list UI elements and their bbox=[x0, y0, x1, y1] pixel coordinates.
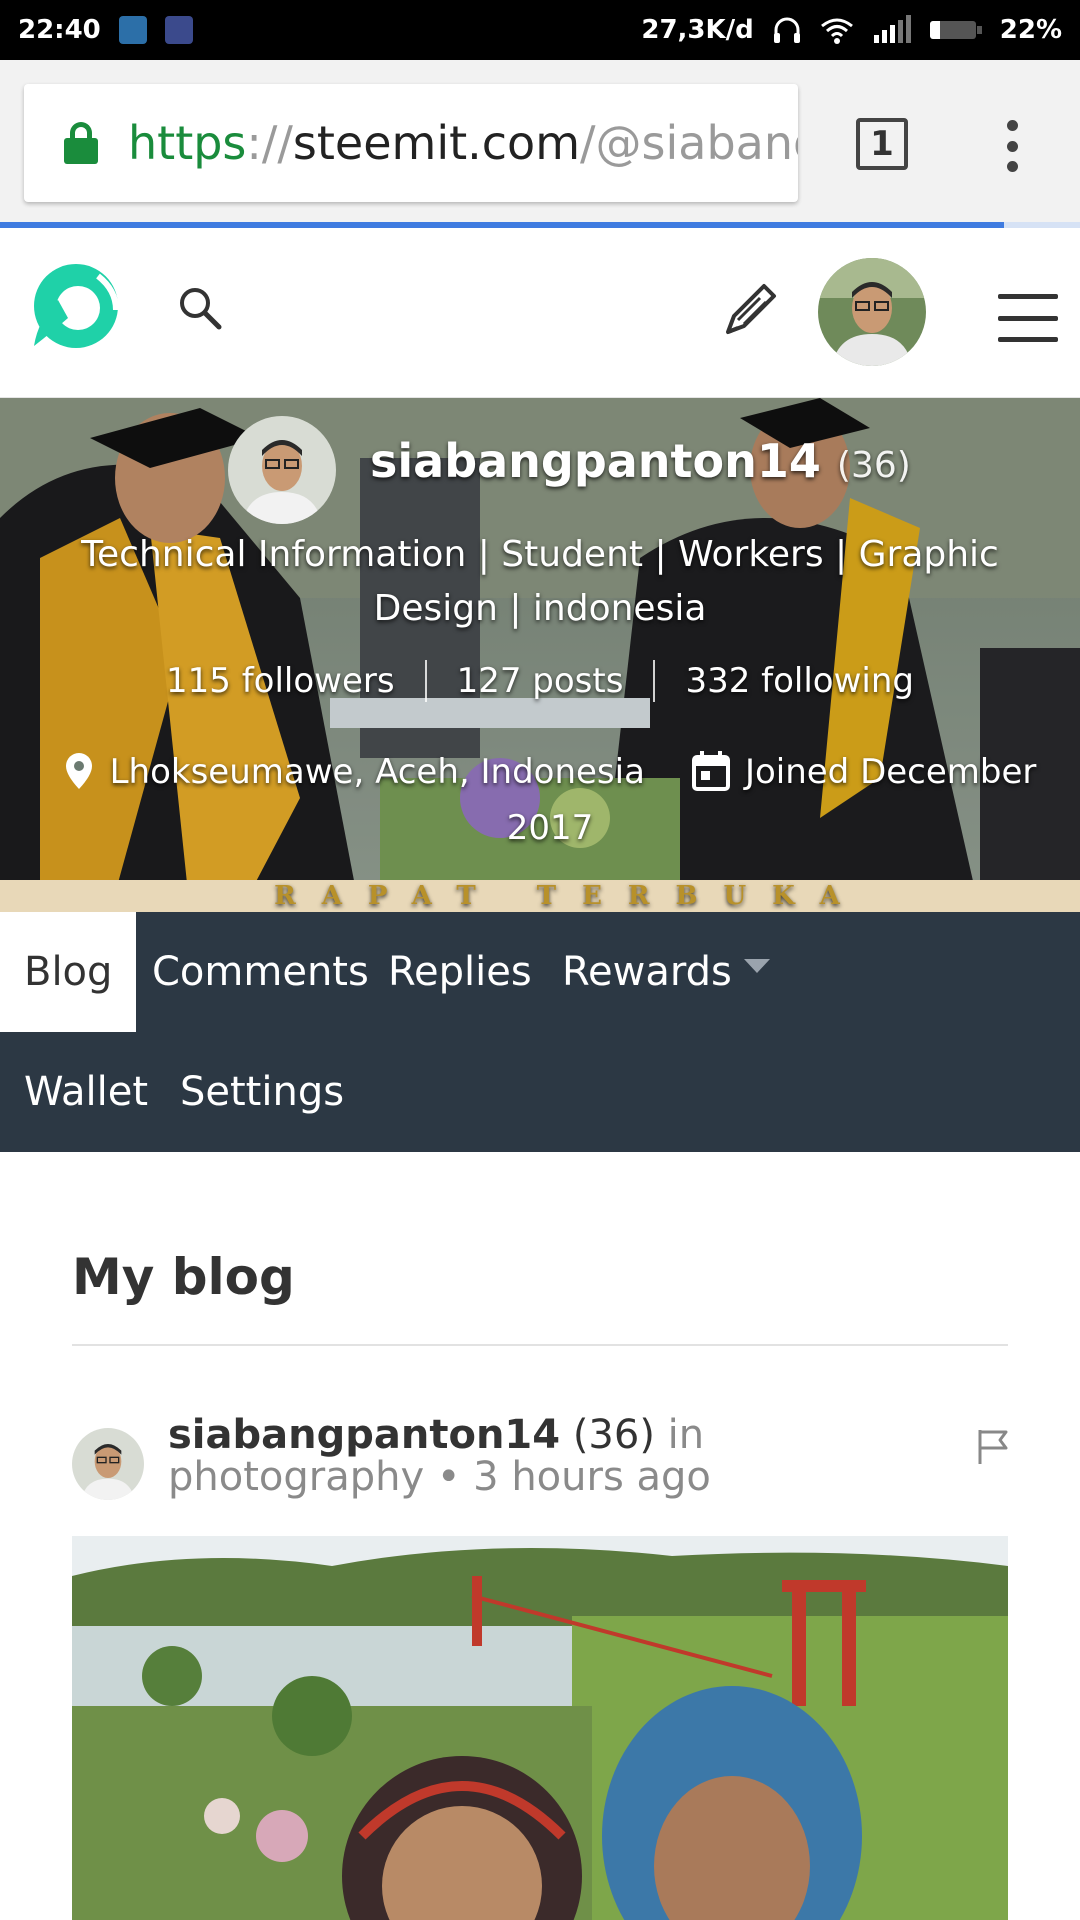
wifi-icon bbox=[820, 18, 853, 44]
profile-meta: Lhokseumawe, Aceh, Indonesia Joined Dece… bbox=[60, 744, 1040, 856]
profile-reputation: (36) bbox=[836, 445, 911, 486]
profile-info: siabangpanton14 (36) Technical Informati… bbox=[0, 398, 1080, 912]
profile-about: Technical Information | Student | Worker… bbox=[81, 534, 999, 629]
headphones-icon bbox=[773, 17, 800, 43]
calendar-icon bbox=[691, 751, 730, 791]
network-speed: 27,3K/d bbox=[641, 15, 754, 45]
post-author[interactable]: siabangpanton14 bbox=[168, 1412, 560, 1458]
user-avatar[interactable] bbox=[818, 258, 926, 366]
search-icon[interactable] bbox=[178, 286, 222, 330]
url-scheme: https bbox=[128, 116, 247, 170]
tab-comments[interactable]: Comments bbox=[128, 912, 393, 1032]
profile-name: siabangpanton14 (36) bbox=[370, 434, 911, 488]
post-time[interactable]: • 3 hours ago bbox=[437, 1454, 711, 1500]
browser-menu-icon[interactable] bbox=[1000, 120, 1024, 172]
chevron-down-icon bbox=[743, 959, 770, 973]
url-path: /@siabangpanton14 bbox=[580, 116, 798, 170]
page-load-progress bbox=[0, 222, 1080, 228]
url-text[interactable]: https://steemit.com/@siabangpanton14 bbox=[128, 116, 798, 170]
battery-icon bbox=[929, 19, 982, 41]
divider bbox=[72, 1344, 1008, 1346]
profile-stats: 115 followers 127 posts 332 following bbox=[0, 660, 1080, 702]
battery-percent: 22% bbox=[999, 15, 1062, 45]
address-bar[interactable]: https://steemit.com/@siabangpanton14 bbox=[24, 84, 798, 202]
url-separator: :// bbox=[246, 116, 293, 170]
lock-icon bbox=[64, 122, 98, 164]
status-time: 22:40 bbox=[18, 15, 101, 45]
tab-rewards-label: Rewards bbox=[562, 949, 732, 995]
hamburger-menu-icon[interactable] bbox=[998, 294, 1058, 342]
tab-blog[interactable]: Blog bbox=[0, 912, 137, 1032]
site-header bbox=[0, 230, 1080, 398]
posts-count: 127 posts bbox=[456, 661, 624, 701]
profile-username: siabangpanton14 bbox=[370, 434, 821, 488]
banner-caption: RAPAT TERBUKA bbox=[0, 880, 1080, 912]
following-link[interactable]: 332 following bbox=[685, 661, 914, 701]
tab-rewards[interactable]: Rewards bbox=[538, 912, 794, 1032]
post-thumbnail[interactable] bbox=[72, 1536, 1008, 1920]
profile-location: Lhokseumawe, Aceh, Indonesia bbox=[109, 752, 645, 792]
followers-link[interactable]: 115 followers bbox=[166, 661, 395, 701]
browser-toolbar: https://steemit.com/@siabangpanton14 1 bbox=[0, 60, 1080, 228]
pen-icon[interactable] bbox=[720, 280, 780, 340]
line-app-icon bbox=[118, 16, 147, 44]
stats-divider bbox=[653, 660, 656, 702]
page-title: My blog bbox=[72, 1248, 295, 1306]
steemit-logo-icon[interactable] bbox=[28, 260, 120, 352]
signal-icon bbox=[873, 15, 911, 43]
profile-tabs: Blog Comments Replies Rewards Wallet Set… bbox=[0, 912, 1080, 1152]
bbm-app-icon bbox=[164, 16, 193, 44]
status-bar: 22:40 27,3K/d 22% bbox=[0, 0, 1080, 60]
tab-settings[interactable]: Settings bbox=[156, 1032, 368, 1152]
url-host: steemit.com bbox=[292, 116, 581, 170]
tab-switcher-button[interactable]: 1 bbox=[856, 118, 908, 170]
tab-wallet[interactable]: Wallet bbox=[0, 1032, 172, 1152]
flag-icon[interactable] bbox=[976, 1428, 1010, 1466]
post-header: siabangpanton14 (36) in photography • 3 … bbox=[168, 1414, 938, 1498]
tab-replies[interactable]: Replies bbox=[364, 912, 556, 1032]
stats-divider bbox=[424, 660, 427, 702]
location-pin-icon bbox=[65, 753, 92, 789]
profile-banner: siabangpanton14 (36) Technical Informati… bbox=[0, 398, 1080, 912]
post-author-avatar[interactable] bbox=[72, 1428, 144, 1500]
profile-avatar[interactable] bbox=[228, 416, 336, 524]
post-author-reputation: (36) bbox=[572, 1412, 655, 1458]
